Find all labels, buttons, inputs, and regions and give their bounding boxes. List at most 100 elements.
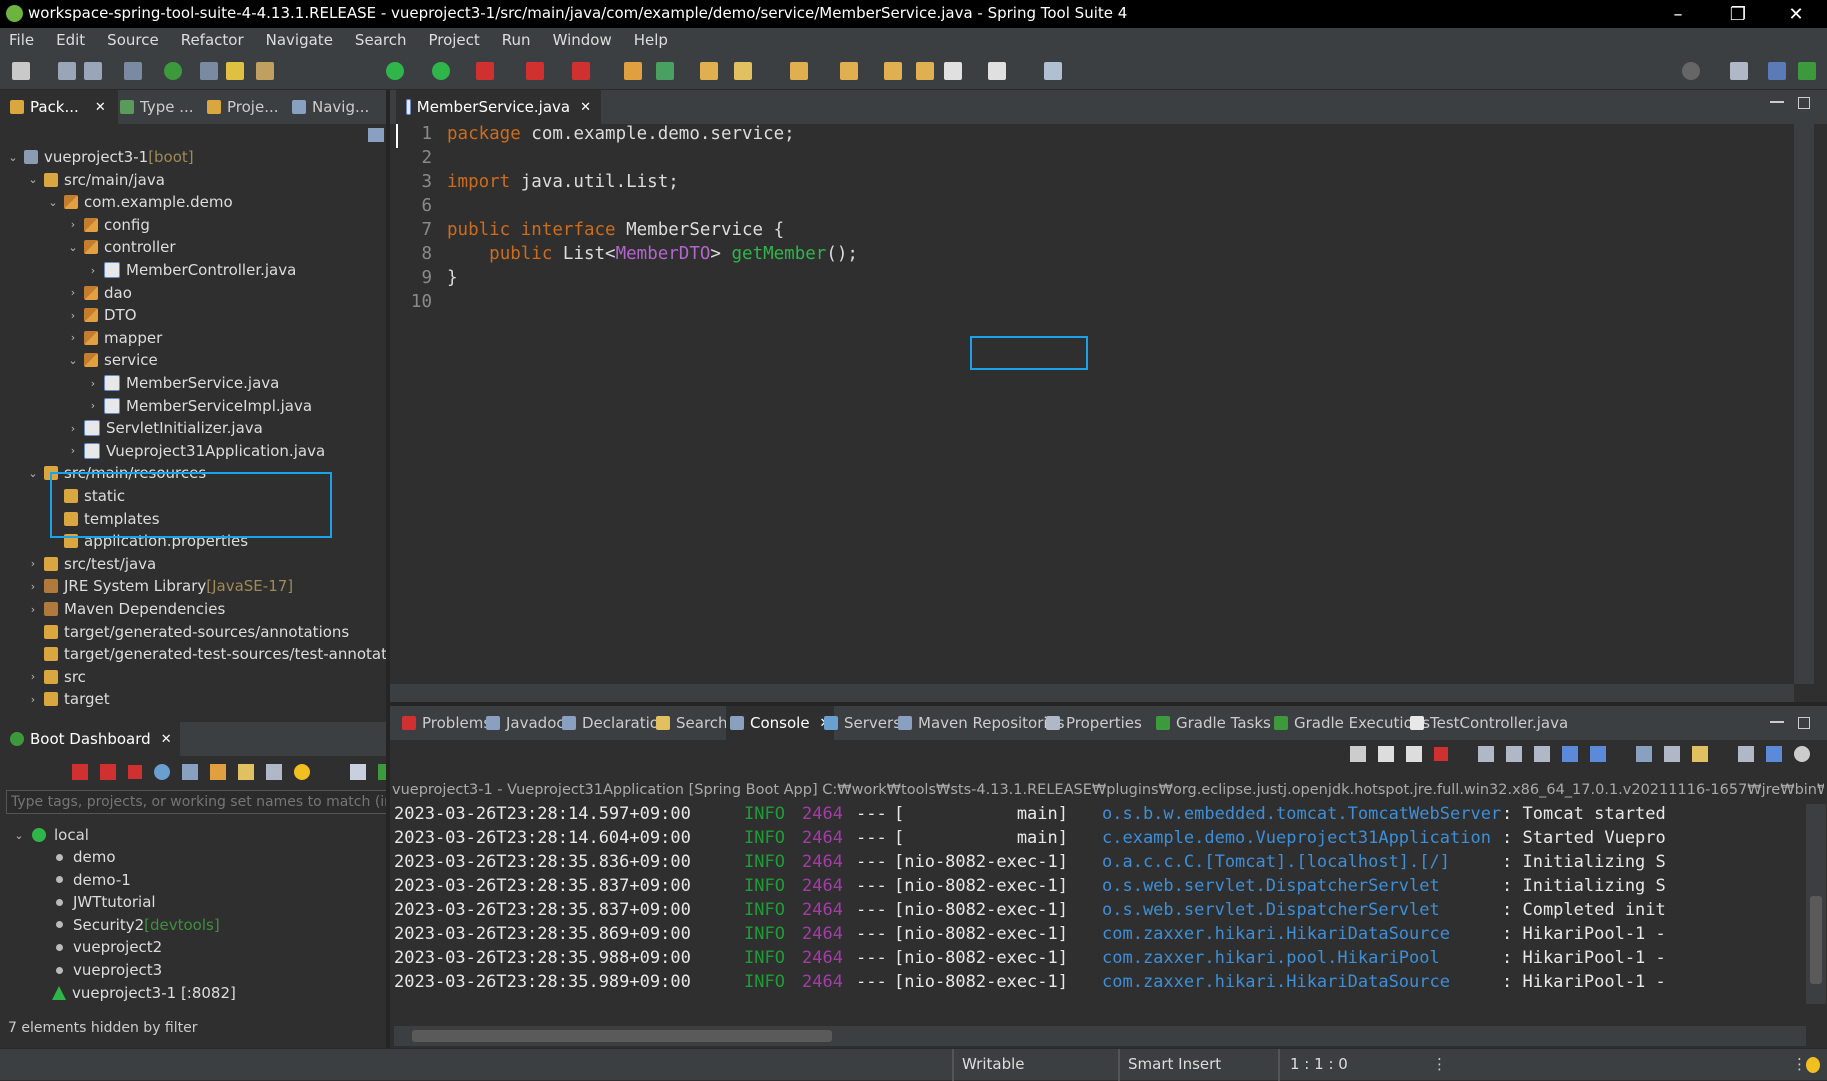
chevron-right-icon[interactable]: ›: [66, 309, 80, 322]
boot-app-item[interactable]: Security2 [devtools]: [52, 914, 220, 936]
restart-icon[interactable]: [72, 763, 88, 780]
code-line[interactable]: 6: [390, 196, 1770, 220]
code-editor[interactable]: 1 package com.example.demo.service; 2 3 impo…: [390, 124, 1827, 702]
code-line[interactable]: 1 package com.example.demo.service;: [390, 124, 1770, 148]
search-icon[interactable]: [1682, 62, 1700, 80]
tab-properties[interactable]: Properties: [1042, 706, 1146, 740]
chevron-right-icon[interactable]: ›: [26, 580, 40, 593]
chevron-down-icon[interactable]: ⌄: [66, 241, 80, 254]
tab-package-explorer[interactable]: Pack... ✕: [0, 90, 118, 124]
refresh-icon[interactable]: [656, 62, 674, 80]
status-insert-mode[interactable]: Smart Insert: [1128, 1055, 1221, 1073]
next-annotation-icon[interactable]: [790, 62, 808, 80]
chevron-down-icon[interactable]: ⌄: [66, 354, 80, 367]
console-hscroll[interactable]: [394, 1026, 1806, 1046]
new-icon[interactable]: [12, 62, 30, 80]
maximize-panel-icon[interactable]: [1798, 717, 1810, 729]
status-menu-icon[interactable]: ⋮: [1792, 1055, 1807, 1073]
clear-console-icon[interactable]: [1478, 746, 1494, 762]
toggle-icon[interactable]: [200, 62, 218, 80]
coverage-icon[interactable]: [476, 62, 494, 80]
minimize-icon[interactable]: –: [1650, 0, 1706, 28]
scroll-lock-icon[interactable]: [1506, 746, 1522, 762]
minimize-editor-icon[interactable]: [1770, 101, 1784, 103]
debug-icon[interactable]: [386, 62, 404, 80]
tab-navigator[interactable]: Navig...: [288, 90, 369, 124]
chevron-right-icon[interactable]: ›: [66, 422, 80, 435]
restart-debug-icon[interactable]: [100, 763, 116, 780]
menu-file[interactable]: File: [9, 31, 34, 49]
stop-icon[interactable]: [128, 764, 142, 779]
tree-item[interactable]: target/generated-test-sources/test-annot…: [26, 643, 418, 665]
lightbulb-icon[interactable]: [294, 763, 310, 780]
tree-item[interactable]: › Vueproject31Application.java: [66, 440, 325, 462]
tree-item[interactable]: › config: [66, 214, 150, 236]
tab-console[interactable]: Console✕: [726, 706, 835, 740]
collapse-all-icon[interactable]: [368, 128, 384, 142]
boot-app-item[interactable]: JWTtutorial: [52, 891, 156, 913]
tab-servers[interactable]: Servers: [820, 706, 905, 740]
chevron-right-icon[interactable]: ›: [26, 603, 40, 616]
console-icon[interactable]: [182, 763, 198, 780]
new-class-icon[interactable]: [624, 62, 642, 80]
open-console-icon[interactable]: [1692, 746, 1708, 762]
word-wrap-icon[interactable]: [1534, 746, 1550, 762]
menu-source[interactable]: Source: [107, 31, 159, 49]
boot-app-item[interactable]: demo: [52, 846, 116, 868]
chevron-right-icon[interactable]: ›: [66, 331, 80, 344]
code-line[interactable]: 8 public List<MemberDTO> getMember();: [390, 244, 1770, 268]
boot-app-item[interactable]: vueproject3-1 [:8082]: [52, 982, 236, 1004]
code-line[interactable]: 3 import java.util.List;: [390, 172, 1770, 196]
editor-hscroll[interactable]: [390, 684, 1794, 702]
tab-memberservice[interactable]: MemberService.java ✕: [396, 90, 601, 124]
tree-item[interactable]: › mapper: [66, 327, 162, 349]
forward-nav-icon[interactable]: [988, 62, 1006, 80]
close-tab-icon[interactable]: ✕: [580, 100, 591, 115]
code-area[interactable]: 1 package com.example.demo.service; 2 3 impo…: [390, 124, 1790, 684]
code-line[interactable]: 10: [390, 292, 1770, 316]
chevron-right-icon[interactable]: ›: [26, 693, 40, 706]
console-output[interactable]: 2023-03-26T23:28:14.597+09:00 INFO 2464 ---…: [390, 804, 1804, 1000]
chevron-down-icon[interactable]: ⌄: [26, 467, 40, 480]
console-vscroll[interactable]: [1806, 804, 1826, 1004]
copy-icon[interactable]: [1738, 746, 1754, 762]
chevron-down-icon[interactable]: ⌄: [26, 173, 40, 186]
tree-item[interactable]: › MemberServiceImpl.java: [86, 395, 312, 417]
settings-icon[interactable]: [1794, 746, 1810, 762]
open-type-icon[interactable]: [124, 62, 142, 80]
tab-testcontroller[interactable]: TestController.java: [1406, 706, 1572, 740]
menu-navigate[interactable]: Navigate: [266, 31, 333, 49]
tree-item[interactable]: › dao: [66, 282, 132, 304]
menu-run[interactable]: Run: [502, 31, 531, 49]
tree-item[interactable]: ⌄ controller: [66, 236, 175, 258]
chevron-right-icon[interactable]: ›: [66, 286, 80, 299]
minimize-panel-icon[interactable]: [1770, 721, 1784, 723]
boot-filter-input[interactable]: [6, 790, 440, 814]
lightbulb-icon[interactable]: [1806, 1057, 1820, 1073]
menu-help[interactable]: Help: [634, 31, 668, 49]
spring-perspective-icon[interactable]: [1798, 62, 1816, 80]
external-tools-icon[interactable]: [572, 62, 590, 80]
pretty-print-icon[interactable]: [1766, 746, 1782, 762]
forward-icon[interactable]: [916, 62, 934, 80]
tab-gradle-tasks[interactable]: Gradle Tasks: [1152, 706, 1275, 740]
sync-icon[interactable]: [210, 763, 226, 780]
chevron-right-icon[interactable]: ›: [26, 557, 40, 570]
code-line[interactable]: 9}: [390, 268, 1770, 292]
tree-item[interactable]: › DTO: [66, 304, 137, 326]
close-tab-icon[interactable]: ✕: [161, 732, 172, 747]
chevron-right-icon[interactable]: ›: [66, 218, 80, 231]
display-console-icon[interactable]: [1664, 746, 1680, 762]
console-vscroll-thumb[interactable]: [1810, 896, 1822, 984]
tree-item[interactable]: ⌄ src/main/java: [26, 169, 165, 191]
show-stderr-icon[interactable]: [1590, 746, 1606, 762]
save-all-icon[interactable]: [84, 62, 102, 80]
menu-project[interactable]: Project: [428, 31, 479, 49]
tree-item[interactable]: target/generated-sources/annotations: [26, 621, 349, 643]
edit-config-icon[interactable]: [238, 763, 254, 780]
menu-search[interactable]: Search: [355, 31, 407, 49]
tree-item[interactable]: › Maven Dependencies: [26, 598, 225, 620]
boot-app-item[interactable]: demo-1: [52, 869, 131, 891]
pin-console-icon[interactable]: [1636, 746, 1652, 762]
console-hscroll-thumb[interactable]: [412, 1030, 832, 1042]
